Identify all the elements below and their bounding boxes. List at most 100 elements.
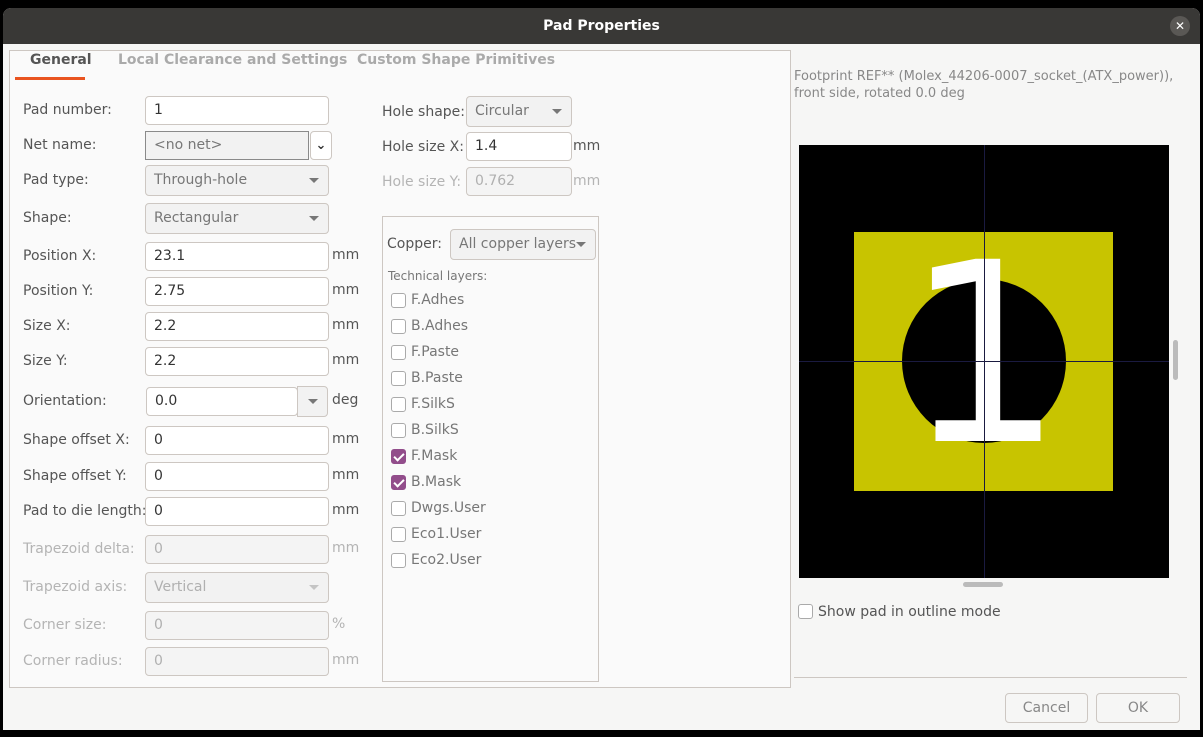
hole-size-x-unit: mm: [573, 138, 601, 154]
layer-label: B.Mask: [411, 474, 462, 490]
ok-button[interactable]: OK: [1096, 693, 1180, 723]
hole-size-x-input[interactable]: 1.4: [466, 132, 572, 161]
trapezoid-axis-dropdown: Vertical: [145, 572, 329, 603]
shape-label: Shape:: [23, 210, 72, 226]
hole-size-x-label: Hole size X:: [382, 139, 464, 155]
hole-size-y-input: 0.762: [466, 167, 572, 196]
layer-label: F.Adhes: [411, 292, 465, 308]
layer-checkbox-f-adhes[interactable]: [391, 293, 406, 308]
layer-checkbox-b-paste[interactable]: [391, 371, 406, 386]
position-y-unit: mm: [332, 282, 360, 298]
size-x-unit: mm: [332, 317, 360, 333]
orientation-input[interactable]: 0.0: [146, 387, 298, 416]
position-x-input[interactable]: 23.1: [145, 242, 329, 271]
hole-shape-dropdown[interactable]: Circular: [466, 96, 572, 127]
orientation-label: Orientation:: [23, 393, 107, 409]
outline-mode-checkbox[interactable]: [798, 604, 813, 619]
hole-shape-value: Circular: [475, 103, 529, 119]
dropdown-arrow-icon: [552, 109, 562, 114]
cancel-button[interactable]: Cancel: [1005, 693, 1088, 723]
net-name-dropdown-button[interactable]: ⌄: [310, 131, 332, 160]
position-x-label: Position X:: [23, 248, 97, 264]
layer-checkbox-b-adhes[interactable]: [391, 319, 406, 334]
horizontal-scrollbar[interactable]: [963, 582, 1003, 587]
vertical-scrollbar[interactable]: [1173, 340, 1178, 380]
layer-checkbox-eco1-user[interactable]: [391, 527, 406, 542]
shape-offset-x-label: Shape offset X:: [23, 432, 130, 448]
layer-checkbox-f-paste[interactable]: [391, 345, 406, 360]
pad-number-input[interactable]: 1: [145, 96, 329, 125]
copper-layers-value: All copper layers: [459, 236, 577, 252]
layer-checkbox-f-silks[interactable]: [391, 397, 406, 412]
bottom-divider: [794, 677, 1187, 678]
hole-shape-label: Hole shape:: [382, 104, 466, 120]
size-y-input[interactable]: 2.2: [145, 347, 329, 376]
corner-size-unit: %: [332, 616, 346, 632]
layer-label: B.SilkS: [411, 422, 459, 438]
corner-size-input: 0: [145, 611, 329, 640]
copper-layers-dropdown[interactable]: All copper layers: [450, 229, 596, 260]
trapezoid-delta-label: Trapezoid delta:: [23, 541, 135, 557]
trapezoid-delta-input: 0: [145, 535, 329, 564]
layer-checkbox-dwgs-user[interactable]: [391, 501, 406, 516]
shape-dropdown[interactable]: Rectangular: [145, 203, 329, 234]
corner-radius-unit: mm: [332, 652, 360, 668]
right-divider: [790, 50, 791, 688]
pad-type-dropdown[interactable]: Through-hole: [145, 165, 329, 196]
shape-offset-x-input[interactable]: 0: [145, 426, 329, 455]
pad-to-die-label: Pad to die length:: [23, 503, 147, 519]
dropdown-arrow-icon: [309, 216, 319, 221]
dropdown-arrow-icon: [576, 242, 586, 247]
orientation-dropdown-button[interactable]: [297, 386, 328, 417]
dropdown-arrow-icon: [309, 585, 319, 590]
pad-type-value: Through-hole: [154, 172, 248, 188]
layer-checkbox-eco2-user[interactable]: [391, 553, 406, 568]
trapezoid-axis-label: Trapezoid axis:: [23, 579, 128, 595]
layer-checkbox-f-mask[interactable]: [391, 449, 406, 464]
layer-label: F.Mask: [411, 448, 458, 464]
tab-custom-shape-primitives[interactable]: Custom Shape Primitives: [357, 52, 555, 68]
size-x-input[interactable]: 2.2: [145, 312, 329, 341]
orientation-unit: deg: [332, 392, 359, 408]
pad-to-die-input[interactable]: 0: [145, 497, 329, 526]
size-x-label: Size X:: [23, 318, 71, 334]
size-y-label: Size Y:: [23, 353, 68, 369]
title-bar: Pad Properties ✕: [3, 8, 1200, 44]
active-tab-indicator: [15, 77, 85, 80]
shape-offset-y-input[interactable]: 0: [145, 462, 329, 491]
corner-radius-label: Corner radius:: [23, 653, 123, 669]
tab-local-clearance[interactable]: Local Clearance and Settings: [118, 52, 347, 68]
layer-label: Dwgs.User: [411, 500, 486, 516]
tab-general[interactable]: General: [30, 52, 92, 68]
layer-label: B.Paste: [411, 370, 463, 386]
layer-label: Eco2.User: [411, 552, 482, 568]
corner-size-label: Corner size:: [23, 617, 107, 633]
hole-size-y-unit: mm: [573, 173, 601, 189]
layer-label: F.Paste: [411, 344, 460, 360]
pad-preview-canvas[interactable]: 1: [799, 145, 1169, 578]
layer-label: F.SilkS: [411, 396, 455, 412]
technical-layers-label: Technical layers:: [388, 269, 488, 283]
close-icon[interactable]: ✕: [1170, 16, 1190, 36]
crosshair-horizontal: [799, 361, 1169, 362]
position-y-input[interactable]: 2.75: [145, 277, 329, 306]
corner-radius-input: 0: [145, 647, 329, 676]
net-name-input[interactable]: <no net>: [145, 131, 309, 160]
size-y-unit: mm: [332, 352, 360, 368]
shape-offset-y-label: Shape offset Y:: [23, 468, 127, 484]
outline-mode-label: Show pad in outline mode: [818, 604, 1001, 620]
dropdown-arrow-icon: [309, 178, 319, 183]
trapezoid-axis-value: Vertical: [154, 579, 207, 595]
pad-number-label: Pad number:: [23, 102, 112, 118]
shape-value: Rectangular: [154, 210, 239, 226]
layer-checkbox-b-mask[interactable]: [391, 475, 406, 490]
layer-checkbox-b-silks[interactable]: [391, 423, 406, 438]
footprint-info-line1: Footprint REF** (Molex_44206-0007_socket…: [794, 69, 1174, 84]
net-name-label: Net name:: [23, 137, 97, 153]
shape-offset-x-unit: mm: [332, 431, 360, 447]
footprint-info-line2: front side, rotated 0.0 deg: [794, 86, 965, 101]
shape-offset-y-unit: mm: [332, 467, 360, 483]
pad-to-die-unit: mm: [332, 502, 360, 518]
position-y-label: Position Y:: [23, 283, 94, 299]
layer-label: Eco1.User: [411, 526, 482, 542]
